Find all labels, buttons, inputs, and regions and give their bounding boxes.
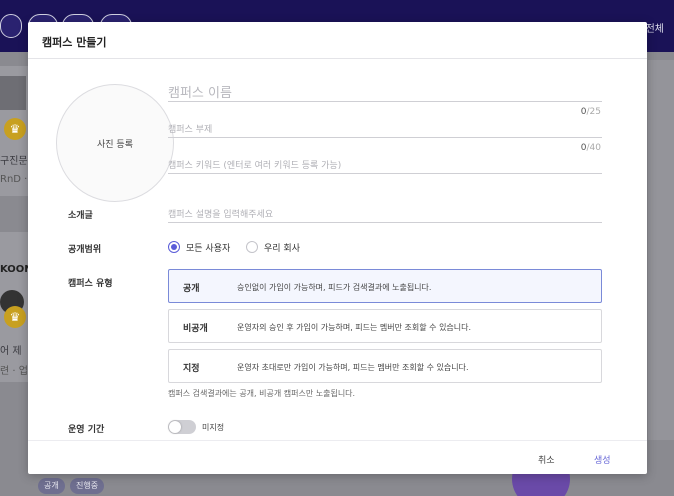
create-button[interactable]: 생성 xyxy=(594,453,611,466)
toggle-knob xyxy=(169,421,181,433)
radio-all-users[interactable]: 모든 사용자 xyxy=(168,240,230,254)
campus-keyword-placeholder: 캠퍼스 키워드 (엔터로 여러 키워드 등록 가능) xyxy=(168,161,342,171)
campus-type-desc: 운영자의 승인 후 가입이 가능하며, 피드는 멤버만 조회할 수 있습니다. xyxy=(237,323,472,332)
campus-card-title: 어 제 xyxy=(0,346,22,357)
campus-name-placeholder: 캠퍼스 이름 xyxy=(168,86,232,101)
campus-type-desc: 승인없이 가입이 가능하며, 피드가 검색결과에 노출됩니다. xyxy=(237,283,432,292)
radio-unselected-icon xyxy=(246,241,258,253)
campus-thumbnail xyxy=(0,76,26,110)
campus-card-meta: 련 · 업 xyxy=(0,366,28,377)
campus-type-private[interactable]: 비공개 운영자의 승인 후 가입이 가능하며, 피드는 멤버만 조회할 수 있습… xyxy=(168,309,602,343)
campus-type-name: 비공개 xyxy=(183,324,208,334)
crown-icon: ♛ xyxy=(4,118,26,140)
campus-type-label: 캠퍼스 유형 xyxy=(68,279,113,289)
cancel-button[interactable]: 취소 xyxy=(538,453,555,466)
campus-keyword-input[interactable]: 캠퍼스 키워드 (엔터로 여러 키워드 등록 가능) xyxy=(168,156,602,174)
campus-subtitle-placeholder: 캠퍼스 부제 xyxy=(168,125,213,135)
period-toggle[interactable] xyxy=(168,420,196,434)
modal-title: 캠퍼스 만들기 xyxy=(42,36,107,49)
name-char-counter: 0/25 xyxy=(581,107,601,117)
radio-all-users-label: 모든 사용자 xyxy=(186,243,231,254)
campus-subtitle-input[interactable]: 캠퍼스 부제 xyxy=(168,120,602,138)
campus-card xyxy=(648,60,674,440)
campus-type-public[interactable]: 공개 승인없이 가입이 가능하며, 피드가 검색결과에 노출됩니다. xyxy=(168,269,602,303)
campus-type-name: 지정 xyxy=(183,364,200,374)
campus-name-input[interactable]: 캠퍼스 이름 xyxy=(168,80,602,102)
campus-type-note: 캠퍼스 검색결과에는 공개, 비공개 캠퍼스만 노출됩니다. xyxy=(168,389,356,398)
header-right-label: 전체 xyxy=(645,24,664,35)
sub-max: /40 xyxy=(586,143,601,153)
status-badge: 진행중 xyxy=(70,478,105,494)
campus-card-meta: RnD · xyxy=(0,174,28,185)
period-label: 운영 기간 xyxy=(68,425,105,435)
campus-intro-placeholder: 캠퍼스 설명을 입력해주세요 xyxy=(168,210,274,220)
campus-intro-input[interactable]: 캠퍼스 설명을 입력해주세요 xyxy=(168,204,602,223)
radio-our-company-label: 우리 회사 xyxy=(264,243,300,254)
campus-type-name: 공개 xyxy=(183,284,200,294)
campus-type-desc: 운영자 초대로만 가입이 가능하며, 피드는 멤버만 조회할 수 있습니다. xyxy=(237,363,469,372)
divider xyxy=(28,440,647,441)
photo-upload[interactable]: 사진 등록 xyxy=(56,84,174,202)
visibility-label: 공개범위 xyxy=(68,245,102,255)
header-pill xyxy=(0,14,22,38)
status-badge: 공개 xyxy=(38,478,65,494)
create-campus-modal: 캠퍼스 만들기 사진 등록 캠퍼스 이름 0/25 캠퍼스 부제 0/40 캠퍼… xyxy=(28,22,647,474)
intro-label: 소개글 xyxy=(68,211,93,221)
radio-our-company[interactable]: 우리 회사 xyxy=(246,240,300,254)
subtitle-char-counter: 0/40 xyxy=(581,143,601,153)
radio-selected-icon xyxy=(168,241,180,253)
name-max: /25 xyxy=(586,107,601,117)
campus-type-invite-only[interactable]: 지정 운영자 초대로만 가입이 가능하며, 피드는 멤버만 조회할 수 있습니다… xyxy=(168,349,602,383)
divider xyxy=(28,58,647,59)
period-toggle-label: 미지정 xyxy=(202,423,225,432)
photo-upload-label: 사진 등록 xyxy=(97,140,133,150)
crown-icon: ♛ xyxy=(4,306,26,328)
